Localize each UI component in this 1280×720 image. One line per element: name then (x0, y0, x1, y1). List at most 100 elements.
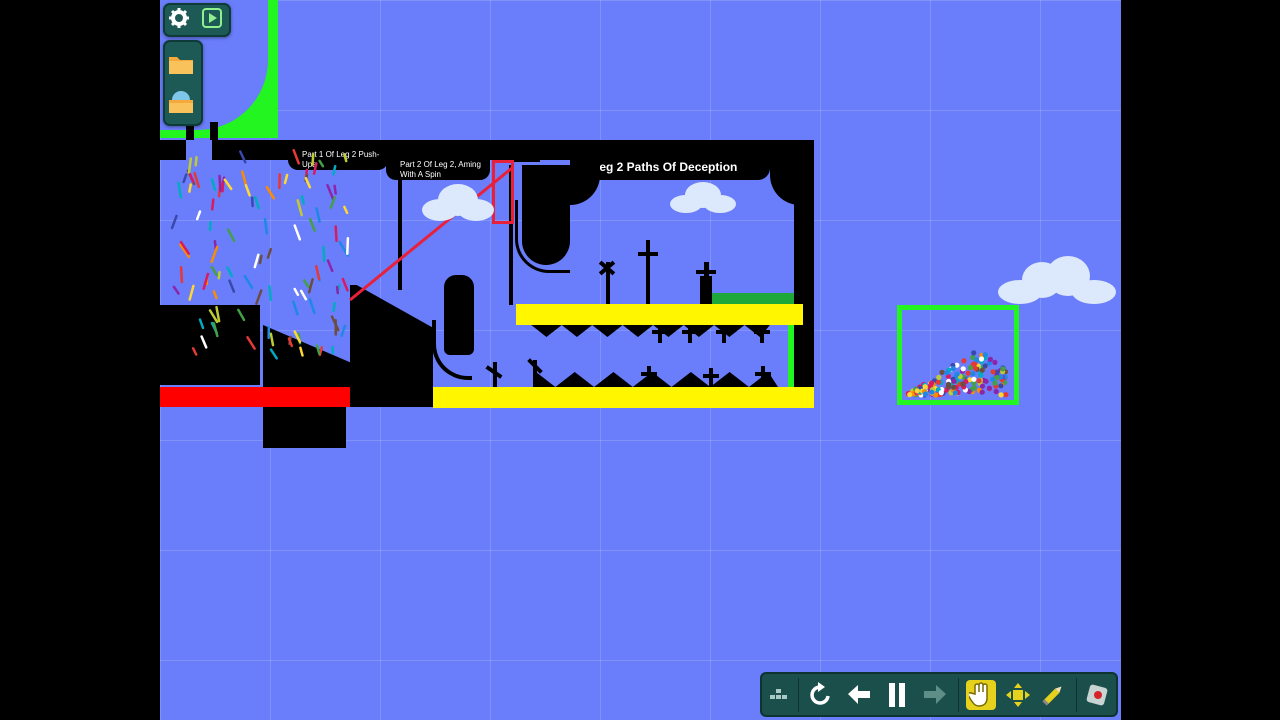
undo-icon[interactable] (844, 680, 874, 710)
move-tool-icon[interactable] (1003, 680, 1033, 710)
record-icon[interactable] (1082, 680, 1112, 710)
marble (972, 365, 978, 371)
redo-icon[interactable] (920, 680, 950, 710)
marble (929, 389, 935, 395)
cross (688, 325, 692, 343)
falling-marble (246, 336, 256, 350)
marble (967, 365, 973, 371)
hand-tool-icon[interactable] (966, 680, 996, 710)
falling-marble (265, 185, 276, 200)
cross (716, 330, 732, 334)
falling-marble (312, 162, 318, 175)
marble (951, 378, 957, 384)
falling-marble (172, 285, 180, 295)
marble (938, 390, 944, 396)
falling-marble (332, 302, 336, 312)
falling-marble (226, 266, 234, 278)
marble (954, 371, 960, 377)
falling-marble (293, 224, 302, 241)
falling-marble (188, 284, 195, 301)
falling-marble (226, 228, 236, 243)
cross (760, 325, 764, 343)
marble (950, 366, 956, 372)
marble (978, 356, 985, 362)
pencil-tool-icon[interactable] (1038, 680, 1068, 710)
falling-marble (198, 318, 205, 330)
cross (696, 270, 716, 274)
falling-marble (179, 266, 184, 284)
falling-marble (341, 277, 349, 292)
marble (960, 381, 966, 387)
cloud (670, 182, 736, 213)
cross (754, 330, 770, 334)
falling-marble (218, 174, 222, 192)
marble (993, 388, 999, 395)
falling-marble (217, 270, 221, 280)
yellow-platform-lower (433, 387, 814, 408)
marble (998, 383, 1004, 389)
grid-icon[interactable] (764, 680, 794, 710)
cloud (998, 256, 1116, 304)
cross (646, 240, 650, 304)
marble (971, 384, 977, 391)
marble (982, 363, 988, 369)
falling-marble (210, 198, 215, 211)
falling-marble (244, 183, 251, 197)
falling-marble (170, 214, 178, 230)
marble (982, 352, 988, 358)
falling-marble (307, 278, 314, 294)
falling-marble (332, 164, 337, 176)
marble (914, 388, 920, 394)
falling-marble (237, 308, 246, 322)
reset-icon[interactable] (806, 680, 836, 710)
marble (944, 370, 950, 376)
marble (952, 390, 958, 396)
falling-marble (308, 217, 316, 232)
falling-marble (266, 247, 273, 259)
falling-marble (292, 148, 300, 165)
marble (976, 378, 982, 384)
game-canvas[interactable]: Part 1 Of Leg 2 Push-Ups Part 2 Of Leg 2… (160, 0, 1121, 720)
cross (641, 372, 657, 376)
marble (922, 384, 928, 390)
folder-icon[interactable] (167, 50, 195, 78)
falling-marble (210, 265, 218, 277)
falling-marble (311, 152, 315, 167)
falling-marble (283, 173, 289, 185)
falling-marble (223, 178, 233, 191)
marble (936, 374, 942, 380)
falling-marble (346, 236, 350, 255)
cross (638, 252, 658, 256)
toolbar-separator (1076, 678, 1077, 712)
falling-marble (326, 184, 335, 201)
marble (979, 367, 985, 373)
falling-marble (340, 324, 347, 338)
falling-marble (208, 309, 219, 324)
falling-marble (299, 346, 304, 357)
falling-marbles (170, 148, 350, 360)
marble (974, 357, 980, 363)
falling-marble (315, 265, 321, 281)
marble (992, 380, 998, 386)
marble (935, 379, 941, 385)
falling-marble (304, 176, 312, 189)
falling-marble (188, 173, 195, 184)
cross (703, 374, 719, 378)
marble (939, 369, 945, 375)
falling-marble (293, 287, 300, 297)
marble (990, 369, 996, 375)
marble (946, 381, 952, 387)
cross (755, 372, 771, 376)
falling-marble (296, 199, 303, 217)
falling-marble (343, 153, 348, 163)
falling-marble (269, 348, 278, 360)
settings-gear-icon[interactable] (165, 4, 193, 32)
level-browser-icon[interactable] (167, 88, 195, 116)
play-video-icon[interactable] (198, 4, 226, 32)
falling-marble (326, 259, 334, 273)
pause-icon[interactable] (882, 680, 912, 710)
marble (979, 389, 985, 395)
falling-marble (191, 347, 198, 356)
falling-marble (302, 279, 310, 289)
falling-marble (239, 150, 247, 164)
